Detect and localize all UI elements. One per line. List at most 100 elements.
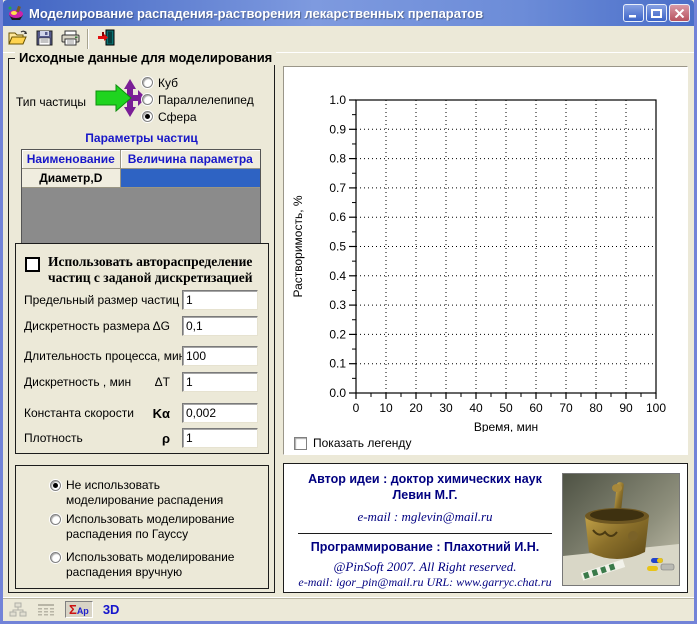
particle-type-option[interactable]: Куб [142,76,254,90]
field-input[interactable] [182,346,258,366]
app-icon [7,5,25,21]
print-button[interactable] [57,27,83,51]
open-folder-icon [8,30,28,49]
svg-text:0.5: 0.5 [329,240,346,254]
table-header: Наименование [22,150,121,169]
param-value-cell[interactable] [120,169,260,188]
exit-button[interactable] [93,27,119,51]
particle-type-label: Сфера [158,110,197,124]
field-row: Плотность ρ [24,428,260,448]
svg-text:0: 0 [353,401,360,415]
input-data-groupbox: Исходные данные для моделирования Тип ча… [8,50,277,593]
author-line2: Левин М.Г. [392,487,458,502]
save-floppy-icon [36,30,53,49]
table-header: Величина параметра [120,150,260,169]
decay-option-option[interactable]: Использовать моделирование распадения вр… [50,550,251,580]
field-row: Дискретность размера ΔG [24,316,260,336]
autodist-checkbox-row[interactable]: Использовать автораспределение частиц с … [25,254,258,286]
field-symbol: Kα [152,406,170,421]
autodist-checkbox[interactable] [25,257,40,272]
sigma-icon: Σ [69,602,77,617]
radio-icon[interactable] [50,552,61,563]
field-label: Длительность процесса, мин [24,349,186,363]
svg-text:90: 90 [619,401,633,415]
table-empty-area [22,188,260,243]
field-row: Константа скорости Kα [24,403,260,423]
author-line1: Автор идеи : доктор химических наук [308,472,542,486]
particle-type-option[interactable]: Сфера [142,110,254,124]
field-label: Предельный размер частиц G [24,293,192,307]
decay-option-label: Использовать моделирование распадения по… [66,512,235,541]
param-name-cell[interactable]: Диаметр,D [22,169,121,188]
copyright-line: @PinSoft 2007. All Right reserved. [333,558,517,574]
save-button[interactable] [31,27,57,51]
field-row: Предельный размер частиц G [24,290,260,310]
exit-door-icon [97,29,115,49]
main-content: Исходные данные для моделирования Тип ча… [3,50,694,597]
decay-option-option[interactable]: Не использовать моделирование распадения [50,478,251,508]
svg-text:0.9: 0.9 [329,122,346,136]
sigma-ap-button[interactable]: Σ Ар [65,601,93,618]
legend-checkbox-row[interactable]: Показать легенду [294,436,411,450]
svg-text:50: 50 [499,401,513,415]
legend-checkbox-label: Показать легенду [313,436,412,450]
radio-icon[interactable] [142,111,153,122]
open-file-button[interactable] [5,27,31,51]
field-input[interactable] [182,316,258,336]
mortar-photo [562,473,680,586]
close-button[interactable] [669,4,690,22]
svg-text:100: 100 [646,401,666,415]
svg-text:0.4: 0.4 [329,269,346,283]
branching-arrows-icon [95,77,147,124]
discretization-box: Использовать автораспределение частиц с … [15,243,269,454]
toolbar [3,26,694,53]
maximize-button[interactable] [646,4,667,22]
field-input[interactable] [182,372,258,392]
svg-text:0.1: 0.1 [329,357,346,371]
particle-type-option[interactable]: Параллелепипед [142,93,254,107]
threed-button[interactable]: 3D [103,602,120,617]
field-input[interactable] [182,428,258,448]
field-label: Дискретность , мин [24,375,132,389]
tree-icon[interactable] [9,602,27,617]
field-label: Константа скорости [24,406,134,420]
field-row: Дискретность , мин ΔT [24,372,260,392]
programming-line: Программирование : Плахотний И.Н. [310,540,540,555]
field-row: Длительность процесса, мин [24,346,260,366]
svg-text:Растворимость, %: Растворимость, % [291,195,305,297]
svg-text:10: 10 [379,401,393,415]
decay-options-box: Не использовать моделирование распадения… [15,465,269,589]
svg-text:30: 30 [439,401,453,415]
decay-option-label: Использовать моделирование распадения вр… [66,550,235,579]
grid-icon[interactable] [37,603,55,617]
svg-text:0.0: 0.0 [329,386,346,400]
about-text: Автор идеи : доктор химических наук Леви… [284,464,566,590]
autodist-label: Использовать автораспределение частиц с … [48,254,253,286]
radio-icon[interactable] [50,480,61,491]
svg-text:0.7: 0.7 [329,181,346,195]
field-input[interactable] [182,403,258,423]
minimize-button[interactable] [623,4,644,22]
legend-checkbox[interactable] [294,436,307,450]
toolbar-separator [87,29,89,49]
statusbar: Σ Ар 3D [3,597,694,621]
radio-icon[interactable] [50,514,61,525]
field-label: Дискретность размера [24,319,150,333]
radio-icon[interactable] [142,77,153,88]
field-label: Плотность [24,431,83,445]
radio-icon[interactable] [142,94,153,105]
svg-text:60: 60 [529,401,543,415]
printer-icon [61,30,80,49]
particle-type-label: Параллелепипед [158,93,254,107]
about-separator [298,533,552,535]
svg-text:0.3: 0.3 [329,298,346,312]
particle-type-radios: Куб Параллелепипед Сфера [142,76,254,127]
svg-text:80: 80 [589,401,603,415]
field-symbol: ΔG [152,319,170,333]
chart-panel: 0 10 20 30 40 50 60 70 80 90 100 0.0 0.1 0.2 0.3 0.4 0.5… [283,66,688,455]
titlebar[interactable]: Моделирование распадения-растворения лек… [3,0,694,26]
particle-type-label: Тип частицы [16,95,86,109]
decay-option-option[interactable]: Использовать моделирование распадения по… [50,512,251,542]
dissolution-chart: 0 10 20 30 40 50 60 70 80 90 100 0.0 0.1 0.2 0.3 0.4 0.5… [291,93,666,434]
field-input[interactable] [182,290,258,310]
